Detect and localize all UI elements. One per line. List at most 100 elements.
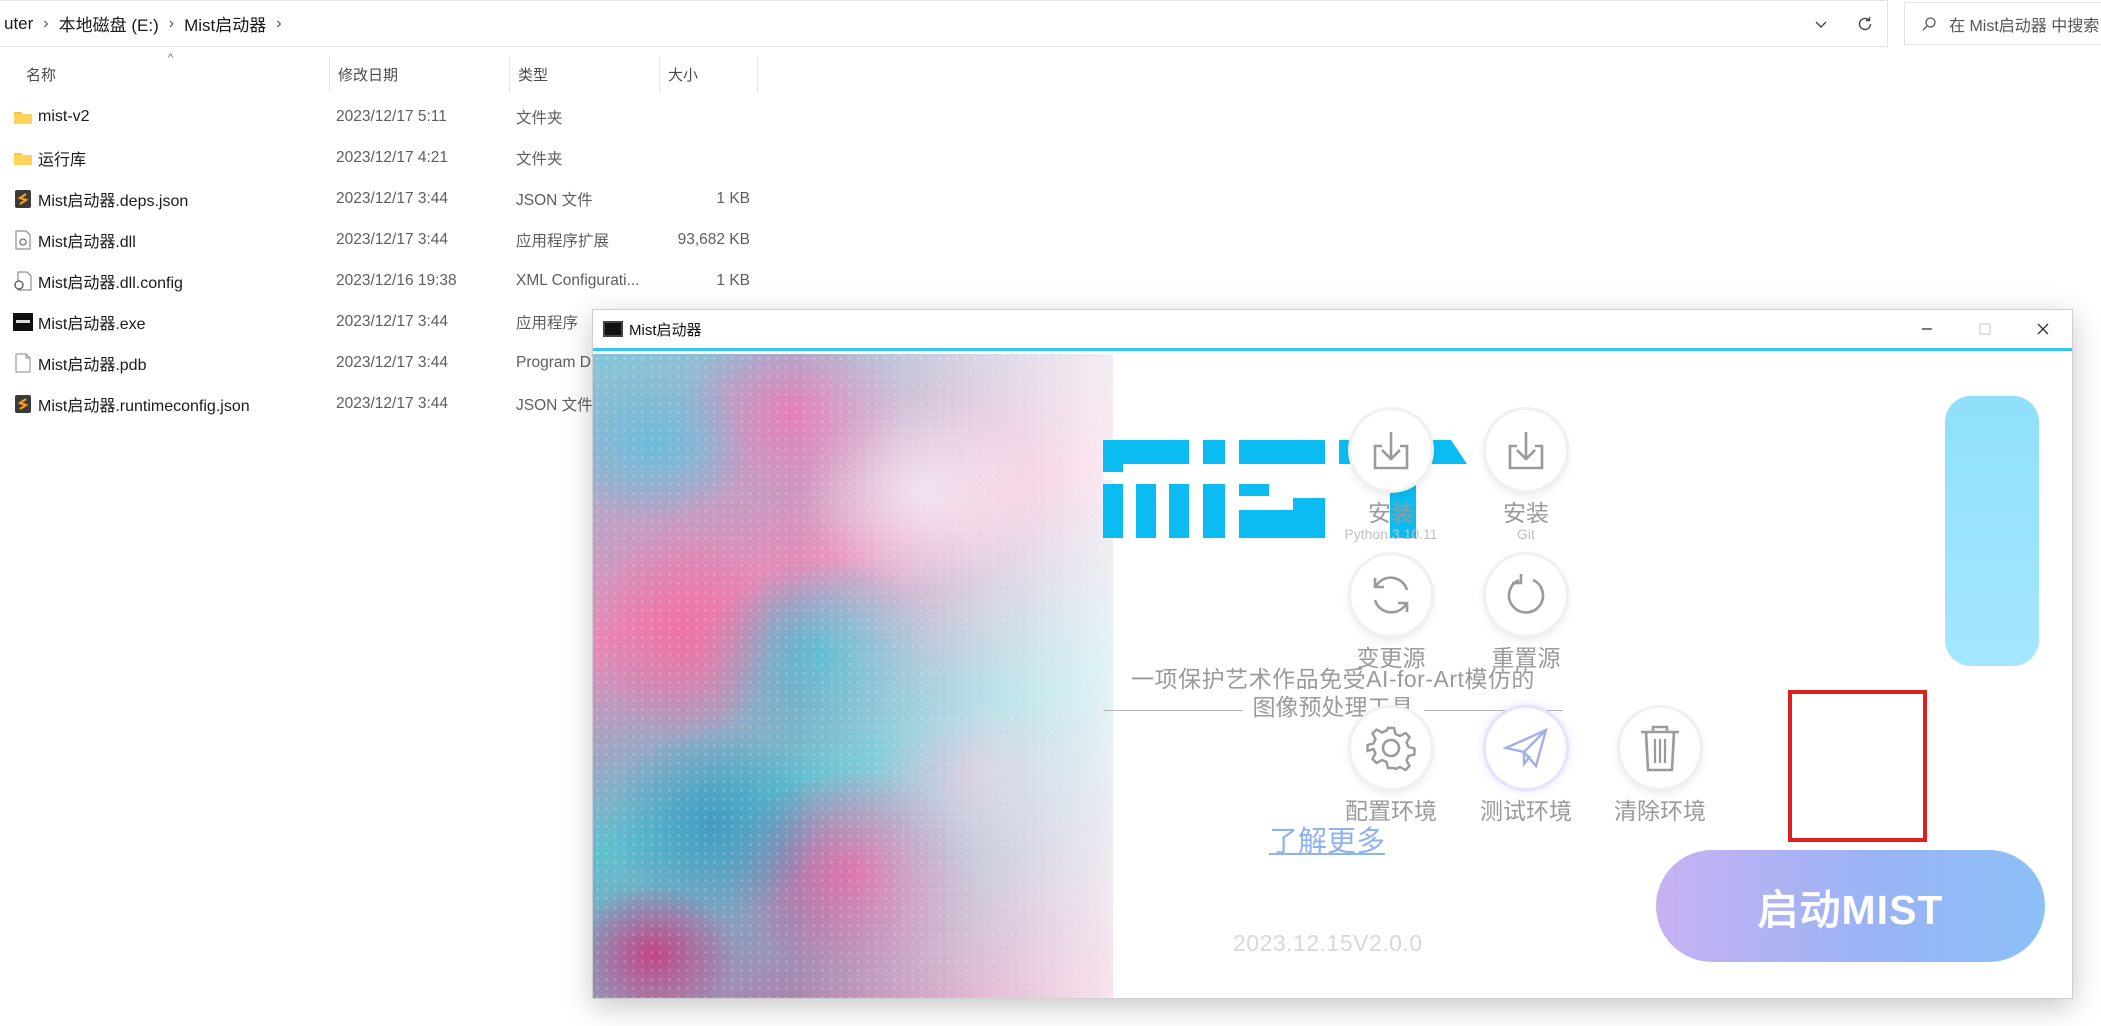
file-size <box>660 96 750 137</box>
chevron-right-icon[interactable]: › <box>163 15 180 33</box>
clear-env-label: 清除环境 <box>1614 798 1706 824</box>
file-type: JSON 文件 <box>516 191 593 209</box>
breadcrumb-item-drive[interactable]: 本地磁盘 (E:) <box>55 11 163 36</box>
close-button[interactable] <box>2014 310 2072 348</box>
file-row[interactable]: mist-v2 2023/12/17 5:11 文件夹 <box>0 96 760 137</box>
install-python-sublabel: Python 3.10.11 <box>1344 526 1438 542</box>
change-source-label: 变更源 <box>1356 645 1426 671</box>
file-date: 2023/12/17 3:44 <box>336 312 449 330</box>
file-date: 2023/12/16 19:38 <box>336 271 457 289</box>
change-source-button[interactable]: 变更源 <box>1336 555 1446 673</box>
file-row[interactable]: 运行库 2023/12/17 4:21 文件夹 <box>0 137 760 178</box>
chevron-right-icon[interactable]: › <box>270 15 287 33</box>
refresh-icon <box>1858 16 1872 30</box>
column-header-name[interactable]: 名称 <box>18 56 330 92</box>
address-bar[interactable]: uter › 本地磁盘 (E:) › Mist启动器 › <box>0 0 1888 47</box>
reset-source-button[interactable]: 重置源 <box>1471 555 1581 673</box>
file-name: Mist启动器.deps.json <box>38 192 189 210</box>
history-dropdown-button[interactable] <box>1799 1 1843 46</box>
reset-source-label: 重置源 <box>1491 645 1561 671</box>
file-name: Mist启动器.pdb <box>38 356 147 374</box>
download-icon <box>1373 432 1409 470</box>
file-name: Mist启动器.runtimeconfig.json <box>38 397 250 415</box>
breadcrumb: uter › 本地磁盘 (E:) › Mist启动器 › <box>0 11 288 36</box>
download-icon <box>1508 432 1544 470</box>
file-type: 应用程序扩展 <box>516 232 610 250</box>
sync-icon <box>1373 576 1409 614</box>
reset-icon <box>1507 574 1545 614</box>
dll-file-icon <box>12 229 34 251</box>
maximize-button <box>1956 310 2014 348</box>
file-row[interactable]: Mist启动器.deps.json 2023/12/17 3:44 JSON 文… <box>0 178 760 219</box>
column-header-name-label: 名称 <box>26 66 57 84</box>
file-type: 文件夹 <box>516 150 563 168</box>
install-python-label: 安装 <box>1368 500 1414 526</box>
breadcrumb-item-computer[interactable]: uter <box>0 14 37 34</box>
file-date: 2023/12/17 4:21 <box>336 148 449 166</box>
file-size <box>660 137 750 178</box>
trash-icon <box>1641 725 1679 772</box>
file-name: Mist启动器.dll.config <box>38 274 183 292</box>
file-name: mist-v2 <box>38 107 90 125</box>
column-headers: ^ 名称 修改日期 类型 大小 <box>0 52 760 92</box>
refresh-button[interactable] <box>1843 1 1887 46</box>
column-header-type-label: 类型 <box>518 66 549 84</box>
column-header-date-label: 修改日期 <box>338 66 399 84</box>
test-env-button[interactable]: 测试环境 <box>1471 708 1581 826</box>
minimize-icon <box>1922 328 1932 330</box>
version-label: 2023.12.15V2.0.0 <box>1233 930 1423 956</box>
app-icon <box>603 321 623 337</box>
search-icon <box>1922 16 1936 30</box>
file-name: Mist启动器.exe <box>38 315 146 333</box>
file-size: 1 KB <box>716 271 750 289</box>
minimize-button[interactable] <box>1898 310 1956 348</box>
file-date: 2023/12/17 3:44 <box>336 189 449 207</box>
divider <box>1103 709 1243 711</box>
column-header-size[interactable]: 大小 <box>660 56 758 92</box>
config-file-icon <box>12 270 34 292</box>
pdb-file-icon <box>12 352 34 374</box>
json-file-icon <box>12 393 34 415</box>
folder-icon <box>12 147 34 169</box>
file-row[interactable]: Mist启动器.dll 2023/12/17 3:44 应用程序扩展 93,68… <box>0 219 760 260</box>
side-panel-pill[interactable] <box>1945 396 2039 666</box>
window-title: Mist启动器 <box>629 321 702 339</box>
breadcrumb-item-folder[interactable]: Mist启动器 <box>180 11 270 36</box>
config-env-button[interactable]: 配置环境 <box>1336 708 1446 826</box>
install-python-button[interactable]: 安装 Python 3.10.11 <box>1336 410 1446 542</box>
file-name: 运行库 <box>38 151 87 169</box>
file-type: 文件夹 <box>516 109 563 127</box>
chevron-down-icon <box>1815 21 1827 28</box>
install-git-label: 安装 <box>1503 500 1549 526</box>
file-size: 93,682 KB <box>677 230 750 248</box>
file-type: XML Configurati... <box>516 271 640 289</box>
gear-icon <box>1366 726 1416 772</box>
paper-plane-icon <box>1502 727 1548 769</box>
chevron-right-icon[interactable]: › <box>37 15 54 33</box>
exe-file-icon <box>12 311 34 333</box>
maximize-icon <box>1979 323 1991 335</box>
test-env-label: 测试环境 <box>1480 798 1572 824</box>
folder-icon <box>12 106 34 128</box>
file-date: 2023/12/17 3:44 <box>336 230 449 248</box>
column-header-type[interactable]: 类型 <box>510 56 660 92</box>
file-row[interactable]: Mist启动器.dll.config 2023/12/16 19:38 XML … <box>0 260 760 301</box>
file-size: 1 KB <box>716 189 750 207</box>
config-env-label: 配置环境 <box>1345 798 1437 824</box>
search-input[interactable]: 在 Mist启动器 中搜索 <box>1904 2 2101 45</box>
install-git-button[interactable]: 安装 Git <box>1471 410 1581 542</box>
file-date: 2023/12/17 5:11 <box>336 107 447 125</box>
file-date: 2023/12/17 3:44 <box>336 353 449 371</box>
column-header-size-label: 大小 <box>668 66 699 84</box>
clear-env-button[interactable]: 清除环境 <box>1605 708 1715 826</box>
file-name: Mist启动器.dll <box>38 233 136 251</box>
launch-mist-button[interactable]: 启动MIST <box>1656 850 2045 962</box>
search-placeholder: 在 Mist启动器 中搜索 <box>1949 17 2100 35</box>
close-icon <box>2037 323 2049 335</box>
mist-launcher-window: Mist启动器 一项保护艺术作品免受AI-for-Art模仿的 图像预处理工具 … <box>592 309 2073 999</box>
column-header-date[interactable]: 修改日期 <box>330 56 510 92</box>
title-bar[interactable]: Mist启动器 <box>593 310 2072 351</box>
install-git-sublabel: Git <box>1517 526 1535 542</box>
file-date: 2023/12/17 3:44 <box>336 394 449 412</box>
highlight-box <box>1788 690 1927 842</box>
